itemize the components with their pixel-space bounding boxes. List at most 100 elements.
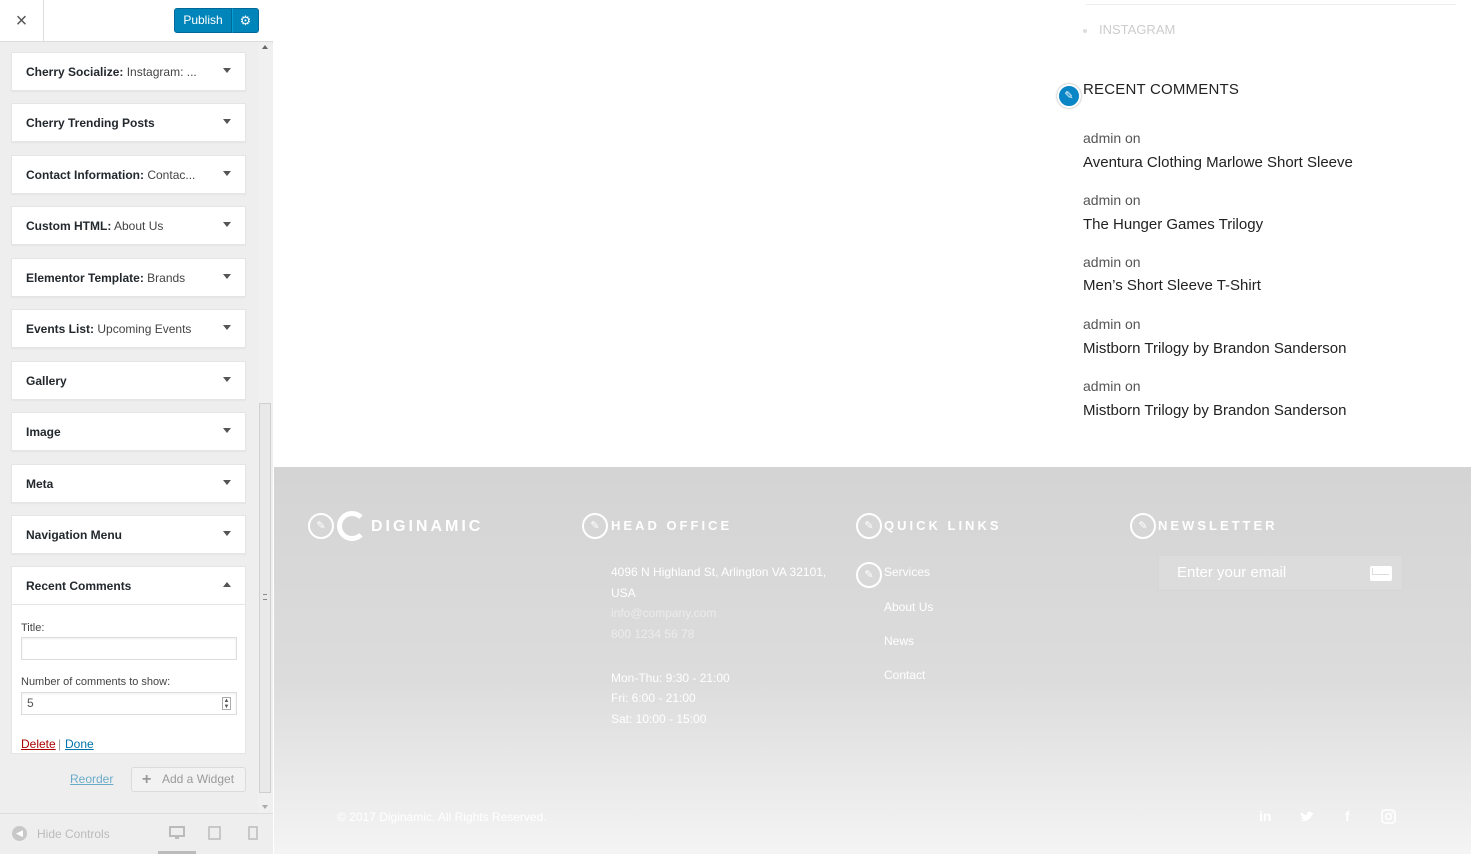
widget-subtitle: Instagram: ... xyxy=(126,65,197,79)
widget-name: Recent Comments xyxy=(26,579,132,593)
widget-name: Elementor Template xyxy=(26,271,140,285)
publish-button[interactable]: Publish xyxy=(174,8,232,33)
mobile-icon[interactable] xyxy=(248,826,258,840)
chevron-down-icon[interactable] xyxy=(223,119,231,124)
widget-recent-comments: Recent Comments Title: Number of comment… xyxy=(11,566,246,754)
customizer-sidebar: × Publish ⚙ Cherry Socialize: Instagram:… xyxy=(0,0,273,854)
widget-list: Cherry Socialize: Instagram: ... Cherry … xyxy=(0,43,258,813)
widget-subtitle: Brands xyxy=(147,271,186,285)
customizer-header: × Publish ⚙ xyxy=(0,0,273,42)
widget-image[interactable]: Image xyxy=(11,412,246,451)
chevron-down-icon[interactable] xyxy=(223,274,231,279)
comment-post-link[interactable]: Mistborn Trilogy by Brandon Sanderson xyxy=(1083,340,1346,357)
office-email-link[interactable]: info@company.com xyxy=(611,603,841,624)
chevron-down-icon[interactable] xyxy=(223,171,231,176)
comment-author: admin on xyxy=(1083,192,1141,208)
newsletter-email-input[interactable]: Enter your email xyxy=(1158,555,1403,591)
widget-name: Meta xyxy=(26,477,54,491)
done-widget-link[interactable]: Done xyxy=(65,737,94,751)
widget-name: Cherry Trending Posts xyxy=(26,116,155,130)
edit-shortcut-pencil-icon[interactable]: ✎ xyxy=(856,513,882,539)
widget-subtitle: Contac... xyxy=(147,168,196,182)
office-hours-line: Sat: 10:00 - 15:00 xyxy=(611,712,707,726)
close-customizer-button[interactable]: × xyxy=(0,0,44,42)
comment-count-input[interactable]: 5 ▲ ▼ xyxy=(21,692,237,715)
title-input[interactable] xyxy=(21,637,237,660)
scroll-down-icon[interactable] xyxy=(262,805,268,809)
scrollbar-thumb[interactable] xyxy=(259,403,271,793)
sidebar-scrollbar[interactable] xyxy=(258,43,273,813)
comment-post-link[interactable]: Aventura Clothing Marlowe Short Sleeve xyxy=(1083,154,1353,171)
chevron-down-icon[interactable] xyxy=(223,428,231,433)
widget-subtitle: Upcoming Events xyxy=(97,322,192,336)
comment-post-link[interactable]: The Hunger Games Trilogy xyxy=(1083,216,1263,233)
widget-name: Image xyxy=(26,425,61,439)
widget-elementor-template[interactable]: Elementor Template: Brands xyxy=(11,258,246,297)
linkedin-icon[interactable]: in xyxy=(1259,808,1271,824)
instagram-icon[interactable] xyxy=(1381,809,1396,824)
office-address: 4096 N Highland St, Arlington VA 32101, … xyxy=(611,565,827,600)
widget-events-list[interactable]: Events List: Upcoming Events xyxy=(11,309,246,348)
widget-custom-html[interactable]: Custom HTML: About Us xyxy=(11,206,246,245)
chevron-down-icon[interactable] xyxy=(223,68,231,73)
comment-post-link[interactable]: Men’s Short Sleeve T-Shirt xyxy=(1083,277,1261,294)
widget-name: Events List xyxy=(26,322,91,336)
widget-cherry-socialize[interactable]: Cherry Socialize: Instagram: ... xyxy=(11,52,246,91)
widget-name: Contact Information xyxy=(26,168,140,182)
instagram-link[interactable]: INSTAGRAM xyxy=(1083,22,1175,37)
facebook-icon[interactable]: f xyxy=(1345,808,1350,824)
delete-widget-link[interactable]: Delete xyxy=(21,737,56,751)
office-hours-line: Fri: 6:00 - 21:00 xyxy=(611,691,696,705)
widget-name: Custom HTML xyxy=(26,219,108,233)
collapse-arrow-icon[interactable]: ◀ xyxy=(12,826,27,841)
comment-author: admin on xyxy=(1083,254,1141,270)
quick-link-contact[interactable]: Contact xyxy=(884,668,925,682)
widget-gallery[interactable]: Gallery xyxy=(11,361,246,400)
divider xyxy=(1086,0,1456,5)
desktop-icon[interactable] xyxy=(169,826,185,840)
newsletter-placeholder: Enter your email xyxy=(1177,564,1287,581)
edit-shortcut-pencil-icon[interactable]: ✎ xyxy=(1130,513,1156,539)
quick-link-about-us[interactable]: About Us xyxy=(884,600,933,614)
widget-recent-comments-header[interactable]: Recent Comments xyxy=(12,567,245,605)
hide-controls-button[interactable]: Hide Controls xyxy=(37,827,110,841)
scroll-up-icon[interactable] xyxy=(262,45,268,49)
quick-link-news[interactable]: News xyxy=(884,634,914,648)
reorder-link[interactable]: Reorder xyxy=(70,772,113,786)
add-widget-button[interactable]: + Add a Widget xyxy=(131,767,246,792)
edit-shortcut-pencil-icon[interactable]: ✎ xyxy=(856,562,882,588)
widget-name: Cherry Socialize xyxy=(26,65,120,79)
widget-contact-information[interactable]: Contact Information: Contac... xyxy=(11,155,246,194)
widget-meta[interactable]: Meta xyxy=(11,464,246,503)
envelope-icon[interactable] xyxy=(1370,566,1392,581)
widget-navigation-menu[interactable]: Navigation Menu xyxy=(11,515,246,554)
chevron-down-icon[interactable] xyxy=(223,531,231,536)
chevron-down-icon[interactable] xyxy=(223,377,231,382)
comment-author: admin on xyxy=(1083,378,1141,394)
comment-post-link[interactable]: Mistborn Trilogy by Brandon Sanderson xyxy=(1083,402,1346,419)
twitter-icon[interactable] xyxy=(1299,810,1315,823)
grip-icon xyxy=(263,594,267,600)
edit-shortcut-pencil-icon[interactable]: ✎ xyxy=(582,513,608,539)
tablet-icon[interactable] xyxy=(208,826,221,840)
count-label: Number of comments to show: xyxy=(21,676,171,688)
add-widget-label: Add a Widget xyxy=(162,772,235,786)
publish-settings-button[interactable]: ⚙ xyxy=(232,8,259,33)
diginamic-logo-icon xyxy=(337,511,367,541)
recent-comments-heading: RECENT COMMENTS xyxy=(1083,81,1240,98)
gear-icon: ⚙ xyxy=(239,13,252,28)
quick-link-services[interactable]: Services xyxy=(884,565,930,579)
widget-cherry-trending-posts[interactable]: Cherry Trending Posts xyxy=(11,103,246,142)
widget-name: Navigation Menu xyxy=(26,528,123,542)
chevron-up-icon[interactable] xyxy=(223,582,231,587)
edit-shortcut-pencil-icon[interactable]: ✎ xyxy=(308,513,334,539)
edit-shortcut-pencil-icon[interactable]: ✎ xyxy=(1057,84,1081,108)
number-stepper[interactable]: ▲ ▼ xyxy=(222,697,231,710)
chevron-down-icon[interactable] xyxy=(223,325,231,330)
customizer-footer: ◀ Hide Controls xyxy=(0,813,273,854)
chevron-down-icon[interactable] xyxy=(223,480,231,485)
comment-count-value: 5 xyxy=(27,696,34,710)
widget-name: Gallery xyxy=(26,374,67,388)
chevron-down-icon[interactable] xyxy=(223,222,231,227)
office-hours-line: Mon-Thu: 9:30 - 21:00 xyxy=(611,671,730,685)
